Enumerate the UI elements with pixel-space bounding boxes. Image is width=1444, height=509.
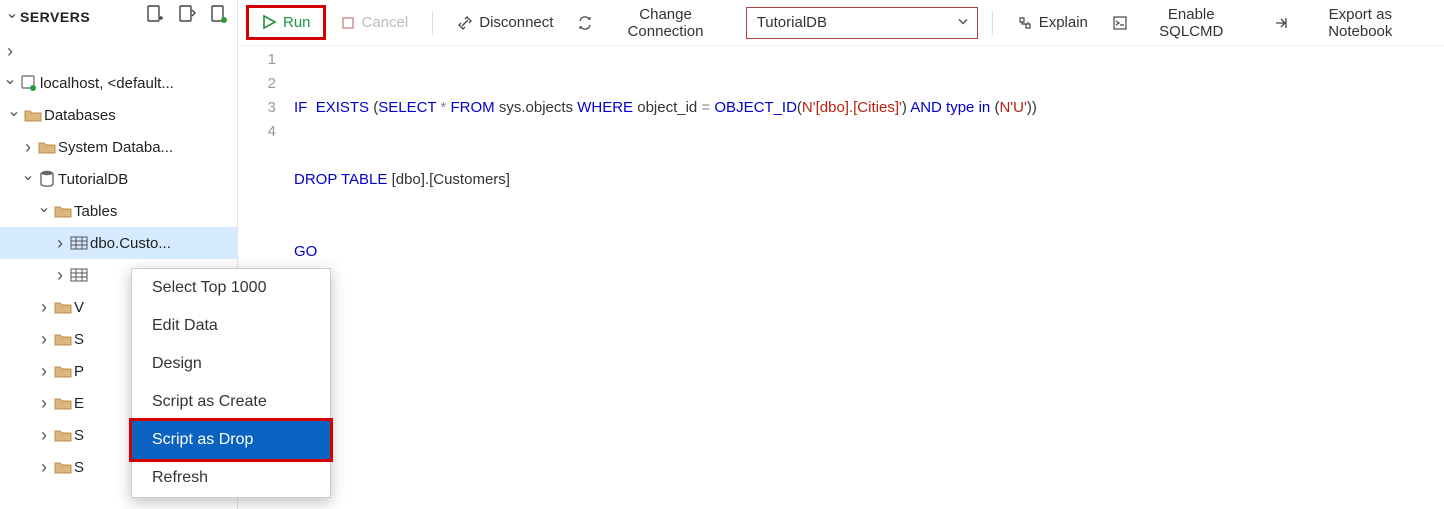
line-number: 2 xyxy=(238,72,276,96)
table-context-menu: Select Top 1000 Edit Data Design Script … xyxy=(131,268,331,498)
chevron-down-icon[interactable] xyxy=(2,75,18,91)
database-select-value: TutorialDB xyxy=(757,14,827,31)
explain-icon xyxy=(1017,15,1033,31)
menu-script-as-create[interactable]: Script as Create xyxy=(132,383,330,421)
code-line xyxy=(294,312,1444,336)
explain-button[interactable]: Explain xyxy=(1007,10,1098,35)
tree-label: S xyxy=(74,427,84,444)
database-select[interactable]: TutorialDB xyxy=(746,7,978,39)
folder-icon xyxy=(52,332,74,346)
chevron-right-icon[interactable] xyxy=(36,426,52,444)
tree-node-tables[interactable]: Tables xyxy=(0,195,237,227)
stop-icon xyxy=(340,15,356,31)
folder-icon xyxy=(22,108,44,122)
chevron-right-icon[interactable] xyxy=(52,266,68,284)
chevron-down-icon[interactable] xyxy=(6,107,22,123)
chevron-right-icon[interactable] xyxy=(36,298,52,316)
play-icon xyxy=(261,14,277,30)
server-icon xyxy=(18,75,40,91)
chevron-right-icon[interactable] xyxy=(36,330,52,348)
sidebar-header: SERVERS xyxy=(0,0,237,33)
main-panel: Run Cancel Disconnect Change Connection … xyxy=(238,0,1444,509)
sqlcmd-icon xyxy=(1112,15,1128,31)
line-number: 1 xyxy=(238,48,276,72)
query-toolbar: Run Cancel Disconnect Change Connection … xyxy=(238,0,1444,46)
tree-node-databases[interactable]: Databases xyxy=(0,99,237,131)
chevron-right-icon[interactable] xyxy=(20,138,36,156)
menu-design[interactable]: Design xyxy=(132,345,330,383)
tree-blank-row[interactable] xyxy=(0,35,237,67)
disconnect-button[interactable]: Disconnect xyxy=(447,10,563,35)
tree-label: S xyxy=(74,331,84,348)
table-icon xyxy=(68,236,90,250)
table-icon xyxy=(68,268,90,282)
cancel-button: Cancel xyxy=(330,10,419,35)
tree-label: S xyxy=(74,459,84,476)
folder-icon xyxy=(36,140,58,154)
tree-label: Databases xyxy=(44,107,116,124)
tree-label: E xyxy=(74,395,84,412)
tree-label: P xyxy=(74,363,84,380)
export-notebook-button[interactable]: Export as Notebook xyxy=(1263,2,1436,44)
line-number: 4 xyxy=(238,120,276,144)
folder-icon xyxy=(52,428,74,442)
chevron-down-icon[interactable] xyxy=(20,171,36,187)
tree-label: localhost, <default... xyxy=(40,75,174,92)
toolbar-separator xyxy=(992,11,993,35)
new-query-icon[interactable] xyxy=(177,4,197,29)
chevron-down-icon[interactable] xyxy=(36,203,52,219)
change-connection-label: Change Connection xyxy=(599,6,731,40)
tree-label: V xyxy=(74,299,84,316)
chevron-right-icon[interactable] xyxy=(2,42,18,60)
chevron-right-icon[interactable] xyxy=(36,458,52,476)
script-drop-highlight-box: Script as Drop xyxy=(129,418,333,462)
menu-script-as-drop[interactable]: Script as Drop xyxy=(132,421,330,459)
menu-select-top-1000[interactable]: Select Top 1000 xyxy=(132,269,330,307)
enable-sqlcmd-label: Enable SQLCMD xyxy=(1134,6,1249,40)
disconnect-label: Disconnect xyxy=(479,14,553,31)
tree-label: Tables xyxy=(74,203,117,220)
folder-icon xyxy=(52,204,74,218)
run-button[interactable]: Run xyxy=(251,10,321,35)
folder-icon xyxy=(52,396,74,410)
tree-node-tutorialdb[interactable]: TutorialDB xyxy=(0,163,237,195)
database-icon xyxy=(36,170,58,188)
toolbar-separator xyxy=(432,11,433,35)
explain-label: Explain xyxy=(1039,14,1088,31)
code-line: GO xyxy=(294,240,1444,264)
menu-edit-data[interactable]: Edit Data xyxy=(132,307,330,345)
export-icon xyxy=(1273,15,1289,31)
chevron-right-icon[interactable] xyxy=(36,362,52,380)
collapse-servers-icon[interactable] xyxy=(4,9,20,25)
change-connection-button[interactable]: Change Connection xyxy=(567,2,741,44)
tree-node-system-databases[interactable]: System Databa... xyxy=(0,131,237,163)
chevron-down-icon xyxy=(957,14,969,31)
enable-sqlcmd-button[interactable]: Enable SQLCMD xyxy=(1102,2,1259,44)
tree-label: System Databa... xyxy=(58,139,173,156)
chevron-right-icon[interactable] xyxy=(36,394,52,412)
code-line: DROP TABLE [dbo].[Customers] xyxy=(294,168,1444,192)
new-connection-icon[interactable] xyxy=(145,4,165,29)
tree-node-localhost[interactable]: localhost, <default... xyxy=(0,67,237,99)
cancel-label: Cancel xyxy=(362,14,409,31)
sidebar-title: SERVERS xyxy=(20,9,145,25)
chevron-right-icon[interactable] xyxy=(52,234,68,252)
folder-icon xyxy=(52,364,74,378)
code-line: IF EXISTS (SELECT * FROM sys.objects WHE… xyxy=(294,96,1444,120)
tree-label: TutorialDB xyxy=(58,171,128,188)
tree-node-dbo-customers[interactable]: dbo.Custo... xyxy=(0,227,237,259)
run-label: Run xyxy=(283,14,311,31)
code-area[interactable]: IF EXISTS (SELECT * FROM sys.objects WHE… xyxy=(294,48,1444,509)
folder-icon xyxy=(52,300,74,314)
disconnect-icon xyxy=(457,15,473,31)
menu-refresh[interactable]: Refresh xyxy=(132,459,330,497)
export-notebook-label: Export as Notebook xyxy=(1295,6,1426,40)
server-status-icon[interactable] xyxy=(209,4,229,29)
tree-label: dbo.Custo... xyxy=(90,235,171,252)
folder-icon xyxy=(52,460,74,474)
run-highlight-box: Run xyxy=(246,5,326,41)
line-number: 3 xyxy=(238,96,276,120)
sql-editor[interactable]: 1 2 3 4 IF EXISTS (SELECT * FROM sys.obj… xyxy=(238,46,1444,509)
change-connection-icon xyxy=(577,15,593,31)
